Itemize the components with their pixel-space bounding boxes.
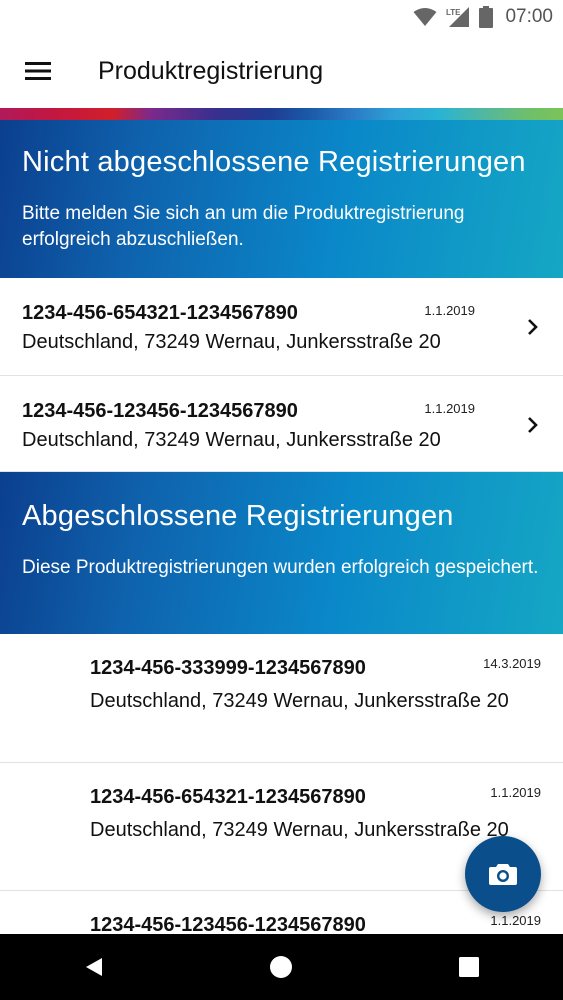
registration-date: 14.3.2019 xyxy=(483,656,541,671)
registration-address: Deutschland, 73249 Wernau, Junkersstraße… xyxy=(90,819,509,841)
pending-registration-item[interactable]: 1234-456-123456-1234567890 1.1.2019 Deut… xyxy=(0,376,563,472)
page-title: Produktregistrierung xyxy=(98,56,324,85)
chevron-right-icon xyxy=(528,417,538,433)
pending-registrations-header: Nicht abgeschlossene Registrierungen Bit… xyxy=(0,120,563,278)
chevron-right-icon xyxy=(528,319,538,335)
status-bar: LTE 07:00 xyxy=(0,0,563,34)
pending-section-title: Nicht abgeschlossene Registrierungen xyxy=(22,146,526,178)
registration-address: Deutschland, 73249 Wernau, Junkersstraße… xyxy=(22,429,441,451)
home-icon xyxy=(270,956,293,978)
brand-color-stripe xyxy=(0,108,563,120)
recents-button[interactable] xyxy=(429,934,509,1000)
registration-code: 1234-456-654321-1234567890 xyxy=(22,302,298,324)
completed-section-title: Abgeschlossene Registrierungen xyxy=(22,500,454,532)
completed-registrations-header: Abgeschlossene Registrierungen Diese Pro… xyxy=(0,472,563,634)
pending-registration-item[interactable]: 1234-456-654321-1234567890 1.1.2019 Deut… xyxy=(0,278,563,376)
completed-registration-item[interactable]: 1234-456-333999-1234567890 14.3.2019 Deu… xyxy=(0,634,563,763)
back-button[interactable] xyxy=(54,934,134,1000)
registration-date: 1.1.2019 xyxy=(490,785,541,800)
app-bar: Produktregistrierung xyxy=(0,34,563,108)
wifi-icon xyxy=(413,8,437,26)
registration-address: Deutschland, 73249 Wernau, Junkersstraße… xyxy=(90,690,509,712)
camera-scan-button[interactable] xyxy=(465,836,541,912)
pending-section-subtitle: Bitte melden Sie sich an um die Produktr… xyxy=(22,203,465,250)
hamburger-menu-icon xyxy=(25,62,51,80)
battery-icon xyxy=(479,6,494,28)
network-label: LTE xyxy=(446,8,461,17)
recents-icon xyxy=(459,957,480,977)
home-button[interactable] xyxy=(241,934,321,1000)
menu-button[interactable] xyxy=(0,34,76,108)
registration-code: 1234-456-333999-1234567890 xyxy=(90,657,366,679)
registration-code: 1234-456-123456-1234567890 xyxy=(22,400,298,422)
lte-signal-icon: LTE xyxy=(446,7,470,27)
registration-date: 1.1.2019 xyxy=(424,303,475,318)
status-time: 07:00 xyxy=(505,6,553,27)
back-icon xyxy=(85,958,102,976)
registration-date: 1.1.2019 xyxy=(424,401,475,416)
camera-icon xyxy=(489,864,517,885)
registration-date: 1.1.2019 xyxy=(490,913,541,928)
registration-code: 1234-456-654321-1234567890 xyxy=(90,786,366,808)
registration-address: Deutschland, 73249 Wernau, Junkersstraße… xyxy=(22,331,441,353)
completed-section-subtitle: Diese Produktregistrierungen wurden erfo… xyxy=(22,557,539,578)
system-navigation-bar xyxy=(0,934,563,1000)
